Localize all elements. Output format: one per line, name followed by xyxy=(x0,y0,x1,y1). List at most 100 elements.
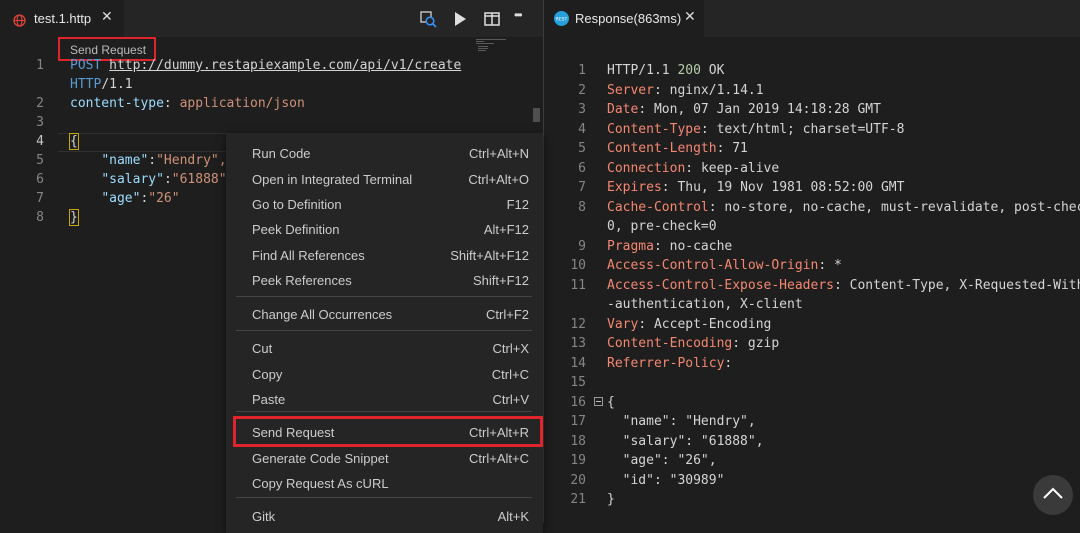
response-header-line[interactable]: Connection: keep-alive xyxy=(607,161,779,176)
header-name: Connection xyxy=(607,160,686,176)
response-header-wrap[interactable]: -authentication, X-client xyxy=(607,297,803,312)
response-header-wrap[interactable]: 0, pre-check=0 xyxy=(607,219,717,234)
scrollbar-thumb[interactable] xyxy=(533,108,540,122)
run-icon[interactable] xyxy=(450,9,470,29)
menu-item-run-code[interactable]: Run Code Ctrl+Alt+N xyxy=(226,141,543,166)
json-key: "age" xyxy=(101,191,141,206)
line-number: 7 xyxy=(578,180,586,195)
code-line-close-brace[interactable]: } xyxy=(69,209,79,226)
menu-item-find-all-references[interactable]: Find All References Shift+Alt+F12 xyxy=(226,243,543,268)
header-value: Thu, 19 Nov 1981 08:52:00 GMT xyxy=(677,180,905,195)
http-version-number: /1.1 xyxy=(101,77,133,92)
menu-item-cut[interactable]: Cut Ctrl+X xyxy=(226,336,543,361)
line-number: 7 xyxy=(36,191,44,206)
header-name: Access-Control-Expose-Headers xyxy=(607,277,834,293)
code-line-open-brace[interactable]: { xyxy=(69,133,79,150)
code-line-salary[interactable]: "salary":"61888" xyxy=(70,172,226,187)
close-icon[interactable]: ✕ xyxy=(684,9,696,25)
header-value: nginx/1.14.1 xyxy=(669,82,764,98)
response-status-line[interactable]: HTTP/1.1 200 OK xyxy=(607,63,724,78)
menu-item-copy-request-as-curl[interactable]: Copy Request As cURL xyxy=(226,471,543,496)
menu-item-shortcut: Ctrl+V xyxy=(492,392,529,407)
menu-item-peek-definition[interactable]: Peek Definition Alt+F12 xyxy=(226,217,543,242)
response-header-line[interactable]: Content-Encoding: gzip xyxy=(607,336,779,351)
menu-item-label: Copy xyxy=(252,367,283,382)
menu-item-label: Generate Code Snippet xyxy=(252,451,389,466)
rest-client-icon: REST xyxy=(554,11,569,26)
fold-collapse-icon[interactable] xyxy=(594,397,603,406)
response-header-line[interactable]: Referrer-Policy: xyxy=(607,356,740,371)
response-body-line[interactable]: "id": "30989" xyxy=(607,473,725,488)
menu-item-shortcut: Ctrl+Alt+N xyxy=(469,146,529,161)
line-number: 4 xyxy=(578,121,586,137)
response-header-line[interactable]: Pragma: no-cache xyxy=(607,239,732,254)
code-line-version[interactable]: HTTP/1.1 xyxy=(70,77,133,92)
code-line-age[interactable]: "age":"26" xyxy=(70,191,180,206)
header-name: Pragma xyxy=(607,238,654,254)
menu-item-label: Peek References xyxy=(252,273,352,288)
menu-separator xyxy=(236,330,532,331)
send-request-highlight xyxy=(233,416,543,447)
header-name: Access-Control-Allow-Origin xyxy=(607,258,819,273)
code-line-request[interactable]: POST http://dummy.restapiexample.com/api… xyxy=(70,58,461,73)
tab-response[interactable]: REST Response(863ms) ✕ xyxy=(544,0,704,37)
line-number: 20 xyxy=(570,472,586,488)
code-line-name[interactable]: "name":"Hendry", xyxy=(70,153,226,168)
response-header-line[interactable]: Content-Type: text/html; charset=UTF-8 xyxy=(607,122,904,137)
line-number: 15 xyxy=(570,375,586,390)
menu-separator xyxy=(236,411,532,412)
menu-item-paste[interactable]: Paste Ctrl+V xyxy=(226,387,543,412)
response-header-line[interactable]: Expires: Thu, 19 Nov 1981 08:52:00 GMT xyxy=(607,180,904,195)
http-method: POST xyxy=(70,58,102,73)
menu-item-generate-code-snippet[interactable]: Generate Code Snippet Ctrl+Alt+C xyxy=(226,446,543,471)
line-number: 19 xyxy=(570,453,586,468)
response-body-line[interactable]: "age": "26", xyxy=(607,453,717,468)
line-number: 6 xyxy=(578,160,586,176)
json-text: "salary": "61888", xyxy=(607,433,764,449)
header-name: Vary xyxy=(607,316,639,332)
scroll-to-top-button[interactable] xyxy=(1033,475,1073,515)
editor-tab-bar: test.1.http ✕ ••• xyxy=(0,0,543,37)
menu-item-shortcut: Shift+F12 xyxy=(472,273,529,288)
split-editor-icon[interactable] xyxy=(482,9,502,29)
response-body-line[interactable]: } xyxy=(607,492,615,507)
menu-item-change-all-occurrences[interactable]: Change All Occurrences Ctrl+F2 xyxy=(226,302,543,327)
menu-item-go-to-definition[interactable]: Go to Definition F12 xyxy=(226,192,543,217)
response-header-line[interactable]: Content-Length: 71 xyxy=(607,141,748,156)
header-value: 71 xyxy=(732,141,748,156)
menu-item-label: Paste xyxy=(252,392,286,407)
menu-item-peek-references[interactable]: Peek References Shift+F12 xyxy=(226,268,543,293)
json-text: "age": "26", xyxy=(607,453,717,468)
open-changes-icon[interactable] xyxy=(418,9,438,29)
response-body-line[interactable]: { xyxy=(607,395,615,410)
tab-test-http[interactable]: test.1.http ✕ xyxy=(0,0,124,37)
header-value: no-store, no-cache, must-revalidate, pos… xyxy=(724,199,1080,215)
menu-item-shortcut: Ctrl+Alt+O xyxy=(468,172,529,187)
json-value: "26" xyxy=(148,191,180,206)
line-number: 16 xyxy=(570,394,586,410)
line-number: 5 xyxy=(578,141,586,156)
more-actions-icon[interactable]: ••• xyxy=(514,8,522,28)
response-body-line[interactable]: "salary": "61888", xyxy=(607,434,764,449)
request-url[interactable]: http://dummy.restapiexample.com/api/v1/c… xyxy=(109,58,461,73)
response-header-line[interactable]: Access-Control-Expose-Headers: Content-T… xyxy=(607,278,1080,293)
close-icon[interactable]: ✕ xyxy=(101,9,113,25)
json-key: "salary" xyxy=(101,172,164,187)
line-number: 11 xyxy=(570,277,586,293)
response-header-line[interactable]: Server: nginx/1.14.1 xyxy=(607,83,764,98)
menu-item-open-in-integrated-terminal[interactable]: Open in Integrated Terminal Ctrl+Alt+O xyxy=(226,167,543,192)
menu-separator xyxy=(236,296,532,297)
response-header-line[interactable]: Access-Control-Allow-Origin: * xyxy=(607,258,842,273)
menu-item-gitk[interactable]: Gitk Alt+K xyxy=(226,504,543,529)
chevron-up-icon xyxy=(1043,487,1063,499)
code-line-header[interactable]: content-type: application/json xyxy=(70,96,305,111)
globe-icon xyxy=(13,12,26,27)
response-body-line[interactable]: "name": "Hendry", xyxy=(607,414,756,429)
response-header-line[interactable]: Date: Mon, 07 Jan 2019 14:18:28 GMT xyxy=(607,102,881,117)
minimap[interactable] xyxy=(476,38,516,52)
close-brace: } xyxy=(69,209,79,226)
menu-item-label: Go to Definition xyxy=(252,197,342,212)
response-header-line[interactable]: Vary: Accept-Encoding xyxy=(607,317,771,332)
menu-item-copy[interactable]: Copy Ctrl+C xyxy=(226,362,543,387)
response-header-line[interactable]: Cache-Control: no-store, no-cache, must-… xyxy=(607,200,1080,215)
